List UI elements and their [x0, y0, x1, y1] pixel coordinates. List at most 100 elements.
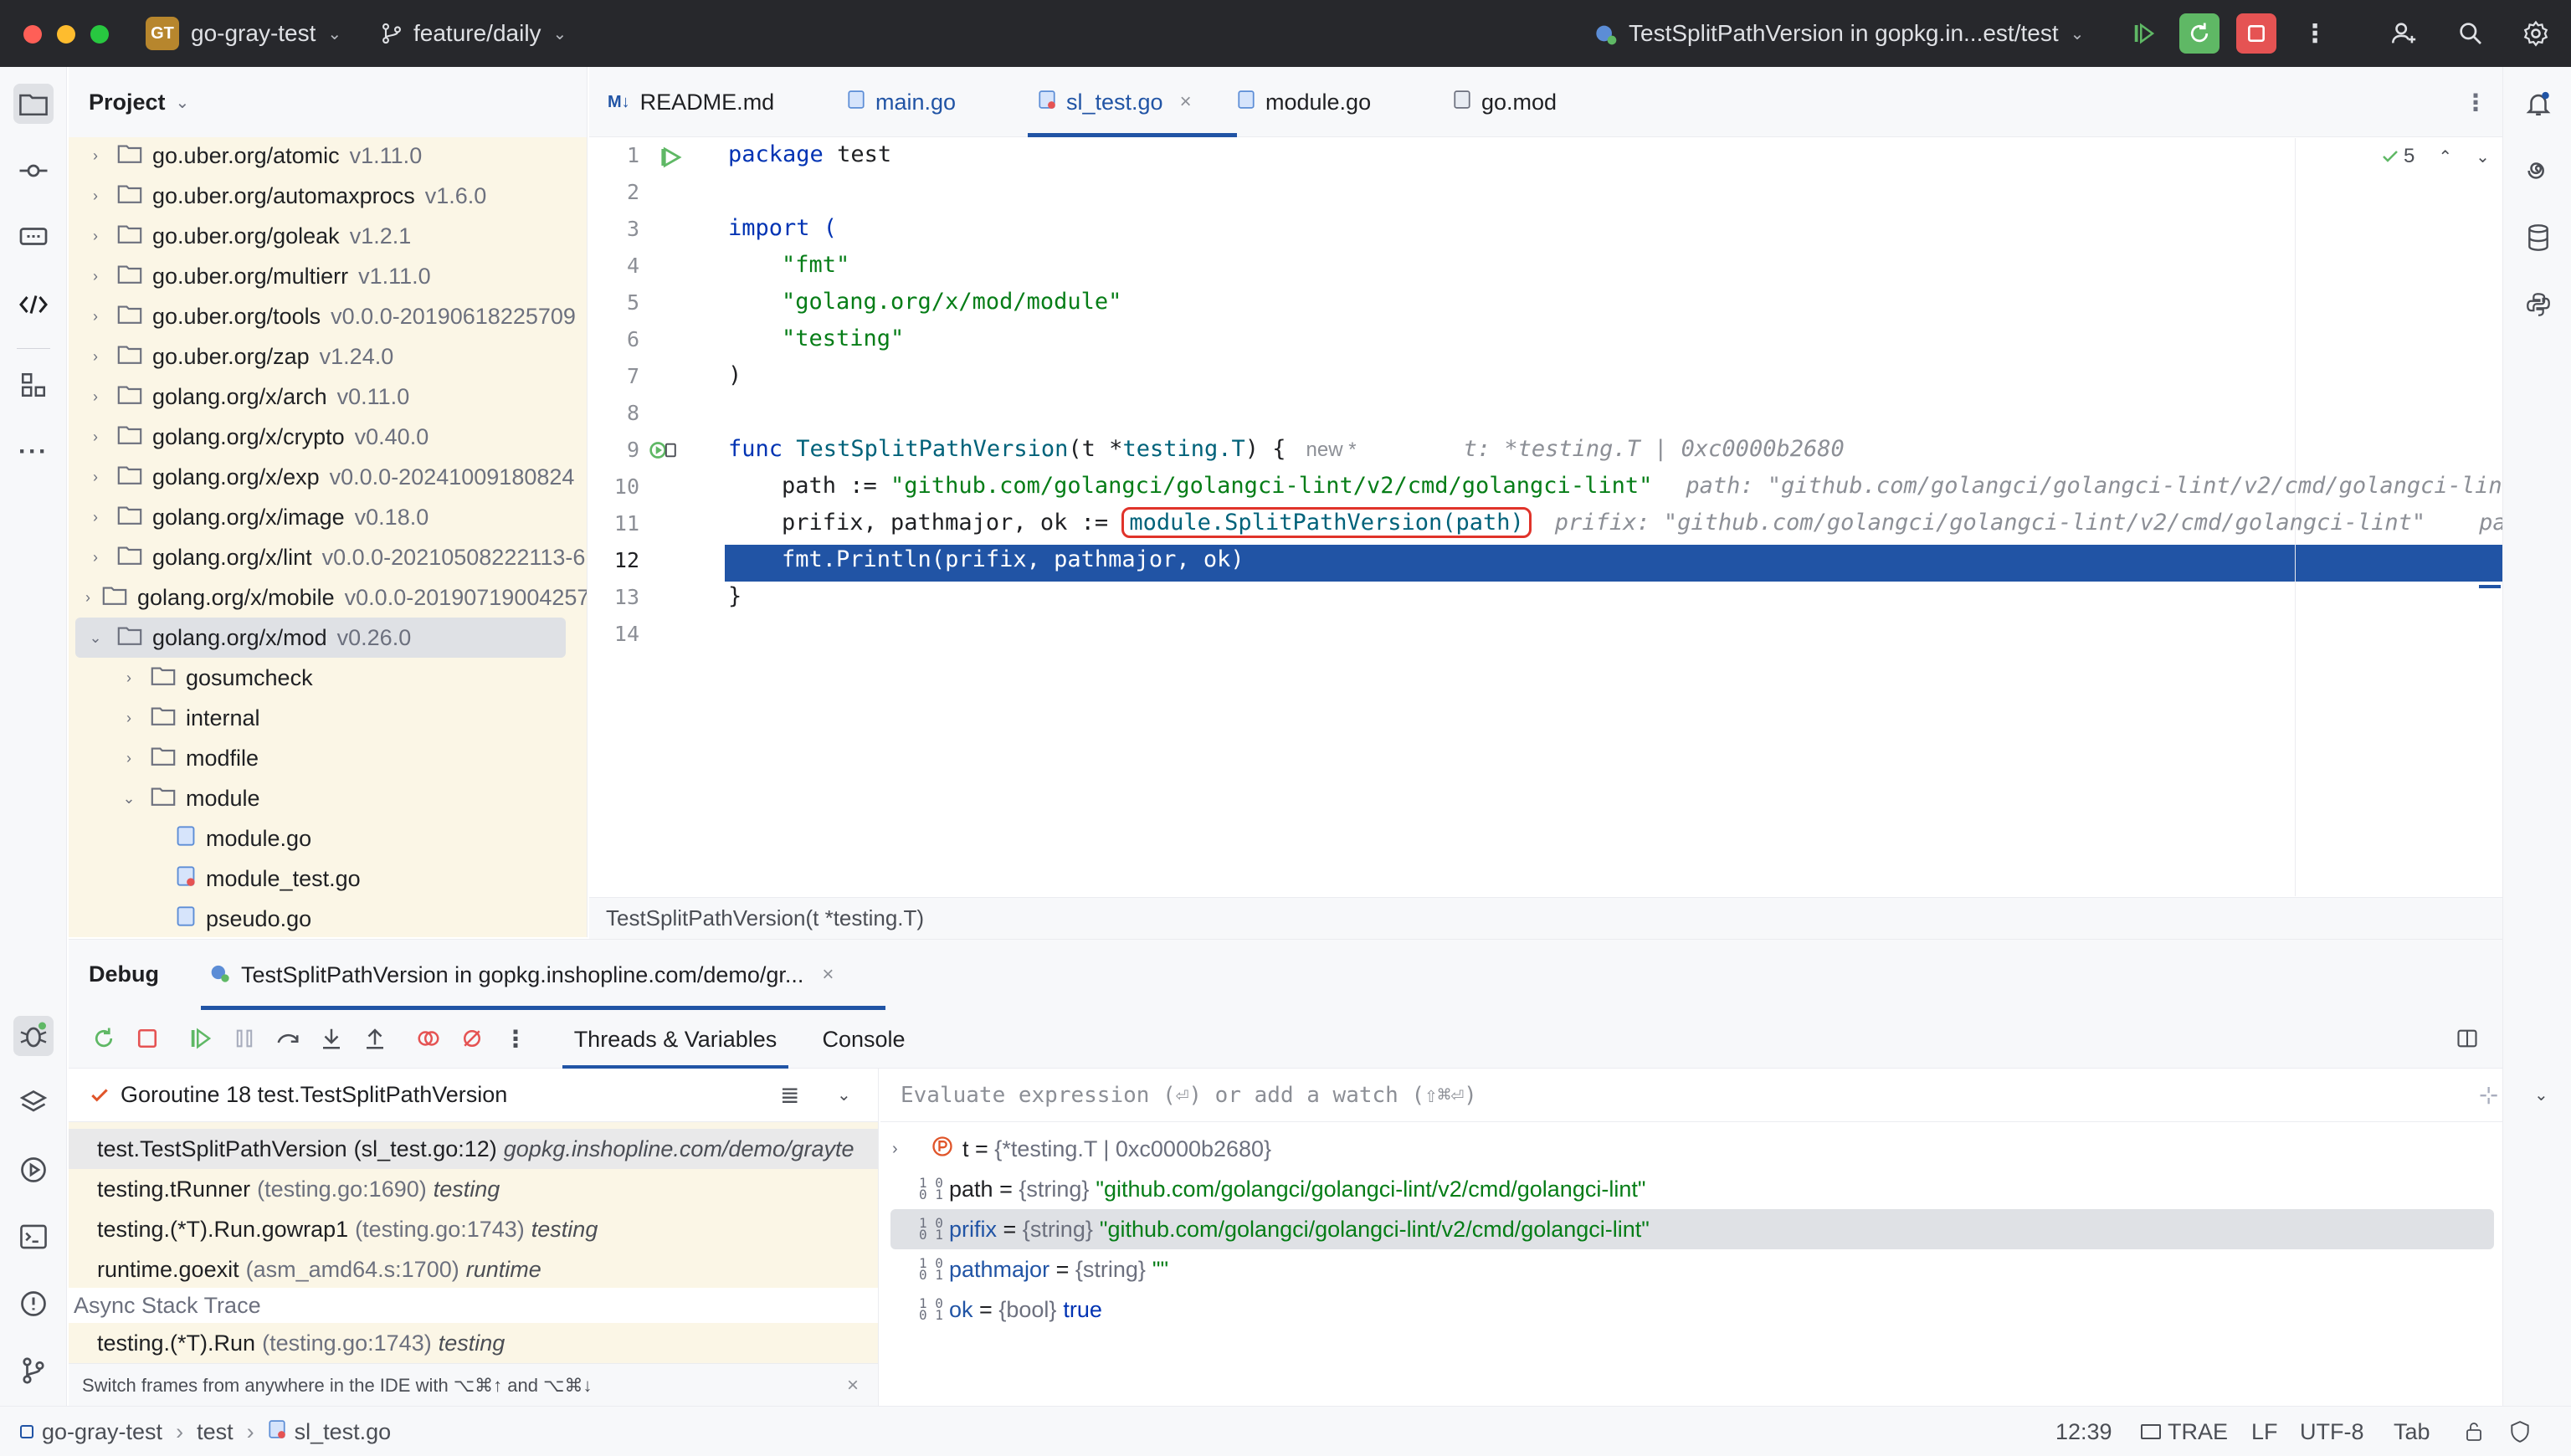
status-breadcrumb-item[interactable]: go-gray-test [42, 1419, 162, 1445]
variable-row-selected[interactable]: 1 00 1 prifix = {string} "github.com/gol… [890, 1209, 2494, 1249]
resume-program-button[interactable] [184, 1022, 218, 1055]
frame-row[interactable]: runtime.goexit (asm_amd64.s:1700) runtime [69, 1249, 878, 1289]
tab-sl-test-go-active[interactable]: sl_test.go × [1028, 67, 1244, 137]
tree-item-dependency[interactable]: › go.uber.org/tools v0.0.0-20190618225709 [69, 296, 587, 336]
debug-session-tab[interactable]: TestSplitPathVersion in gopkg.inshopline… [201, 940, 944, 1010]
terminal-tool-button[interactable] [13, 1217, 54, 1257]
layout-settings-button[interactable] [2450, 1022, 2484, 1055]
python-console-button[interactable] [2518, 285, 2558, 325]
editor-breadcrumb[interactable]: TestSplitPathVersion(t *testing.T) [589, 897, 2502, 939]
settings-button[interactable] [2516, 13, 2556, 54]
tab-module-go[interactable]: module.go [1237, 67, 1371, 137]
step-over-button[interactable] [271, 1022, 305, 1055]
pull-requests-tool-button[interactable] [13, 218, 54, 258]
services-tool-button[interactable] [13, 1083, 54, 1123]
project-panel-header[interactable]: Project ⌄ [69, 67, 587, 137]
chevron-down-icon[interactable]: ⌄ [837, 1084, 851, 1105]
chevron-down-icon[interactable]: ⌄ [2476, 146, 2490, 167]
run-config-widget[interactable]: TestSplitPathVersion in gopkg.in...est/t… [1592, 0, 2084, 67]
variable-row[interactable]: 1 00 1 pathmajor = {string} "" [880, 1249, 2502, 1289]
file-encoding[interactable]: UTF-8 [2300, 1407, 2364, 1456]
step-into-button[interactable] [315, 1022, 348, 1055]
database-button[interactable] [2518, 218, 2558, 258]
debug-tool-button[interactable] [13, 1016, 54, 1056]
zoom-window-button[interactable] [90, 25, 109, 44]
frame-row-async[interactable]: testing.(*T).Run (testing.go:1743) testing [69, 1323, 878, 1363]
add-watch-icon[interactable]: ⊹ [2479, 1081, 2498, 1109]
tree-item-dependency[interactable]: › go.uber.org/goleak v1.2.1 [69, 216, 587, 256]
goroutine-selector[interactable]: Goroutine 18 test.TestSplitPathVersion ≣… [69, 1069, 878, 1122]
code-tool-button[interactable] [13, 285, 54, 325]
resume-button[interactable] [2124, 13, 2164, 54]
problems-indicator[interactable]: 5 ⌃ ⌄ [2380, 145, 2490, 168]
stop-button[interactable] [2236, 13, 2276, 54]
ai-assistant-button[interactable] [2518, 151, 2558, 191]
project-tool-button[interactable] [13, 84, 54, 124]
step-out-button[interactable] [358, 1022, 392, 1055]
tree-item-file[interactable]: module_test.go [69, 859, 587, 899]
tree-item-dependency[interactable]: › golang.org/x/arch v0.11.0 [69, 377, 587, 417]
tree-item-dependency[interactable]: › golang.org/x/crypto v0.40.0 [69, 417, 587, 457]
variable-row[interactable]: 1 00 1 ok = {bool} true [880, 1289, 2502, 1330]
tree-item-dependency[interactable]: › golang.org/x/exp v0.0.0-20241009180824 [69, 457, 587, 497]
frame-row-selected[interactable]: test.TestSplitPathVersion (sl_test.go:12)… [69, 1129, 878, 1169]
search-button[interactable] [2450, 13, 2491, 54]
chevron-up-icon[interactable]: ⌃ [2438, 146, 2452, 167]
highlighted-call[interactable]: module.SplitPathVersion(path) [1121, 507, 1532, 538]
more-tools-button[interactable]: ··· [13, 432, 54, 472]
stop-debug-button[interactable] [131, 1022, 164, 1055]
frame-row[interactable]: testing.(*T).Run.gowrap1 (testing.go:1743… [69, 1209, 878, 1249]
tree-item-dependency[interactable]: › golang.org/x/image v0.18.0 [69, 497, 587, 537]
status-breadcrumb-item[interactable]: test [197, 1419, 233, 1445]
tab-main-go[interactable]: main.go [847, 67, 956, 137]
evaluate-expression-bar[interactable]: Evaluate expression (⏎) or add a watch (… [880, 1069, 2548, 1122]
run-gutter-icon[interactable] [659, 145, 685, 176]
close-icon[interactable]: × [1180, 90, 1192, 114]
chevron-down-icon[interactable]: ⌄ [2534, 1084, 2548, 1105]
run-tool-button[interactable] [13, 1150, 54, 1190]
status-breadcrumb-item[interactable]: sl_test.go [295, 1419, 392, 1445]
variable-row[interactable]: 1 00 1 path = {string} "github.com/golan… [880, 1169, 2502, 1209]
code-with-me-button[interactable] [2384, 13, 2424, 54]
breadcrumb-item[interactable]: TestSplitPathVersion(t *testing.T) [606, 905, 924, 931]
tree-item-file[interactable]: pseudo.go [69, 899, 587, 937]
vcs-branch-widget[interactable]: feature/daily ⌄ [380, 0, 567, 67]
read-only-toggle[interactable] [2464, 1407, 2484, 1456]
tree-item-dependency[interactable]: › go.uber.org/atomic v1.11.0 [69, 136, 587, 176]
tree-item-folder[interactable]: › internal [69, 698, 587, 738]
minimize-window-button[interactable] [57, 25, 75, 44]
close-icon[interactable]: × [847, 1374, 859, 1397]
project-widget[interactable]: GT go-gray-test ⌄ [146, 0, 341, 67]
trae-widget[interactable]: TRAE [2141, 1407, 2228, 1456]
indent-setting[interactable]: Tab [2394, 1407, 2430, 1456]
tree-item-dependency-selected[interactable]: ⌄ golang.org/x/mod v0.26.0 [69, 618, 587, 658]
line-separator[interactable]: LF [2251, 1407, 2278, 1456]
pause-button[interactable] [228, 1022, 261, 1055]
structure-tool-button[interactable] [13, 365, 54, 405]
problems-tool-button[interactable] [13, 1284, 54, 1324]
caret-position[interactable]: 12:39 [2055, 1407, 2112, 1456]
tree-item-dependency[interactable]: › golang.org/x/lint v0.0.0-20210508222113-… [69, 537, 587, 577]
tab-go-mod[interactable]: go.mod [1453, 67, 1557, 137]
rerun-debug-button[interactable] [2179, 13, 2219, 54]
tree-item-folder[interactable]: › gosumcheck [69, 658, 587, 698]
code-editor[interactable]: 1 2 3 4 5 6 7 8 9 10 11 12 13 14 5 ⌃ ⌄ p… [589, 138, 2502, 896]
notifications-button[interactable] [2518, 84, 2558, 124]
tree-item-folder[interactable]: ⌄ module [69, 778, 587, 818]
tab-readme[interactable]: M↓ README.md [608, 67, 774, 137]
rerun-button[interactable] [87, 1022, 121, 1055]
more-debug-actions-button[interactable]: ⋮ [499, 1022, 532, 1055]
tree-item-dependency[interactable]: › go.uber.org/multierr v1.11.0 [69, 256, 587, 296]
view-breakpoints-button[interactable] [412, 1022, 445, 1055]
chevron-right-icon[interactable]: › [892, 1140, 912, 1159]
more-actions-button[interactable]: ⋮ [2295, 13, 2335, 54]
tab-console[interactable]: Console [805, 1010, 922, 1069]
inspection-widget[interactable] [2509, 1407, 2531, 1456]
evaluate-expression-input[interactable]: Evaluate expression (⏎) or add a watch (… [901, 1083, 1477, 1108]
tab-threads-variables[interactable]: Threads & Variables [562, 1010, 788, 1069]
tree-item-dependency[interactable]: › go.uber.org/zap v1.24.0 [69, 336, 587, 377]
close-icon[interactable]: × [822, 963, 834, 987]
variable-row[interactable]: › t = {*testing.T | 0xc0000b2680} [880, 1129, 2502, 1169]
tree-item-dependency[interactable]: › go.uber.org/automaxprocs v1.6.0 [69, 176, 587, 216]
usages-hint[interactable]: new * [1306, 438, 1357, 461]
